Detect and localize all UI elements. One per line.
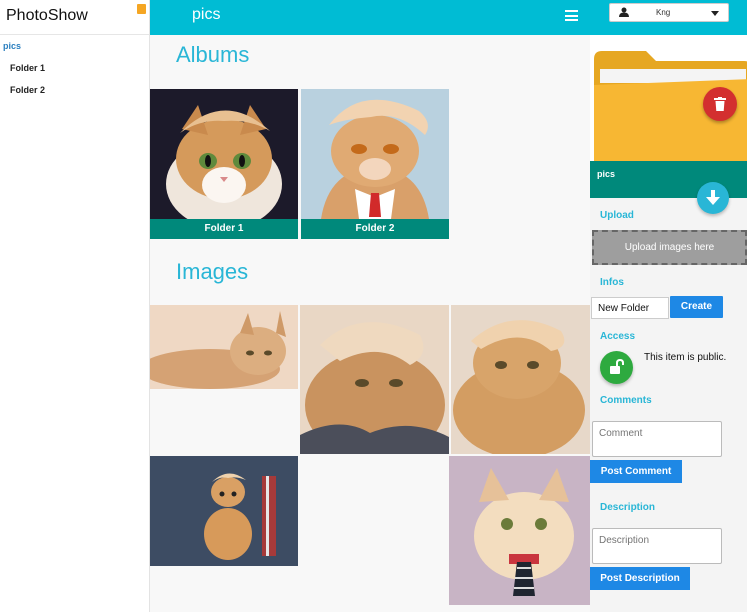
album-thumbnail — [150, 89, 298, 219]
album-label: Folder 1 — [150, 219, 298, 239]
arrow-down-icon — [706, 190, 720, 205]
image-thumbnail[interactable] — [449, 456, 590, 605]
folder-preview — [590, 35, 747, 161]
image-thumbnail[interactable] — [451, 305, 590, 454]
chevron-down-icon — [711, 11, 719, 16]
infos-heading: Infos — [600, 277, 624, 288]
trash-icon — [714, 97, 726, 111]
main-content: pics Albums Folder 1 Folder 2 Images — [150, 0, 590, 612]
user-menu-dropdown[interactable]: Kng — [609, 3, 729, 22]
current-folder-title: pics — [192, 6, 221, 23]
details-panel: Kng pics Upload Upload images here Infos… — [590, 0, 747, 612]
create-folder-button[interactable]: Create — [670, 296, 723, 318]
access-status-text: This item is public. — [644, 352, 727, 363]
hamburger-menu-icon[interactable] — [565, 10, 578, 21]
photoshow-app: PhotoShow pics Folder 1 Folder 2 pics Al… — [0, 0, 747, 612]
albums-heading: Albums — [176, 42, 250, 67]
images-heading: Images — [176, 259, 249, 284]
left-sidebar: PhotoShow pics Folder 1 Folder 2 — [0, 0, 150, 612]
post-description-button[interactable]: Post Description — [590, 567, 690, 590]
post-comment-button[interactable]: Post Comment — [590, 460, 682, 483]
album-card-folder-1[interactable]: Folder 1 — [150, 89, 298, 239]
comment-textarea[interactable] — [592, 421, 722, 457]
upload-dropzone[interactable]: Upload images here — [592, 230, 747, 265]
user-name: Kng — [656, 8, 671, 17]
comments-heading: Comments — [600, 395, 652, 406]
folder-name: pics — [597, 169, 616, 179]
access-toggle-button[interactable] — [600, 351, 633, 384]
new-folder-input[interactable] — [591, 297, 669, 319]
orange-square-icon[interactable] — [137, 4, 146, 14]
image-thumbnail[interactable] — [300, 305, 449, 454]
delete-button[interactable] — [703, 87, 737, 121]
top-bar: pics — [150, 0, 590, 35]
panel-header: Kng — [590, 0, 747, 35]
brand-bar: PhotoShow — [0, 0, 149, 35]
upload-heading: Upload — [600, 210, 634, 221]
user-icon — [619, 7, 629, 17]
image-thumbnail[interactable] — [150, 305, 298, 389]
album-label: Folder 2 — [301, 219, 449, 239]
album-card-folder-2[interactable]: Folder 2 — [301, 89, 449, 239]
description-heading: Description — [600, 502, 656, 513]
app-title: PhotoShow — [6, 7, 88, 24]
tree-item-folder-2[interactable]: Folder 2 — [10, 85, 45, 95]
tree-root-pics[interactable]: pics — [3, 41, 21, 51]
image-thumbnail[interactable] — [150, 456, 298, 566]
tree-item-folder-1[interactable]: Folder 1 — [10, 63, 45, 73]
album-thumbnail — [301, 89, 449, 219]
description-textarea[interactable] — [592, 528, 722, 564]
download-button[interactable] — [697, 182, 729, 214]
unlocked-padlock-icon — [610, 359, 624, 374]
access-heading: Access — [600, 331, 636, 342]
